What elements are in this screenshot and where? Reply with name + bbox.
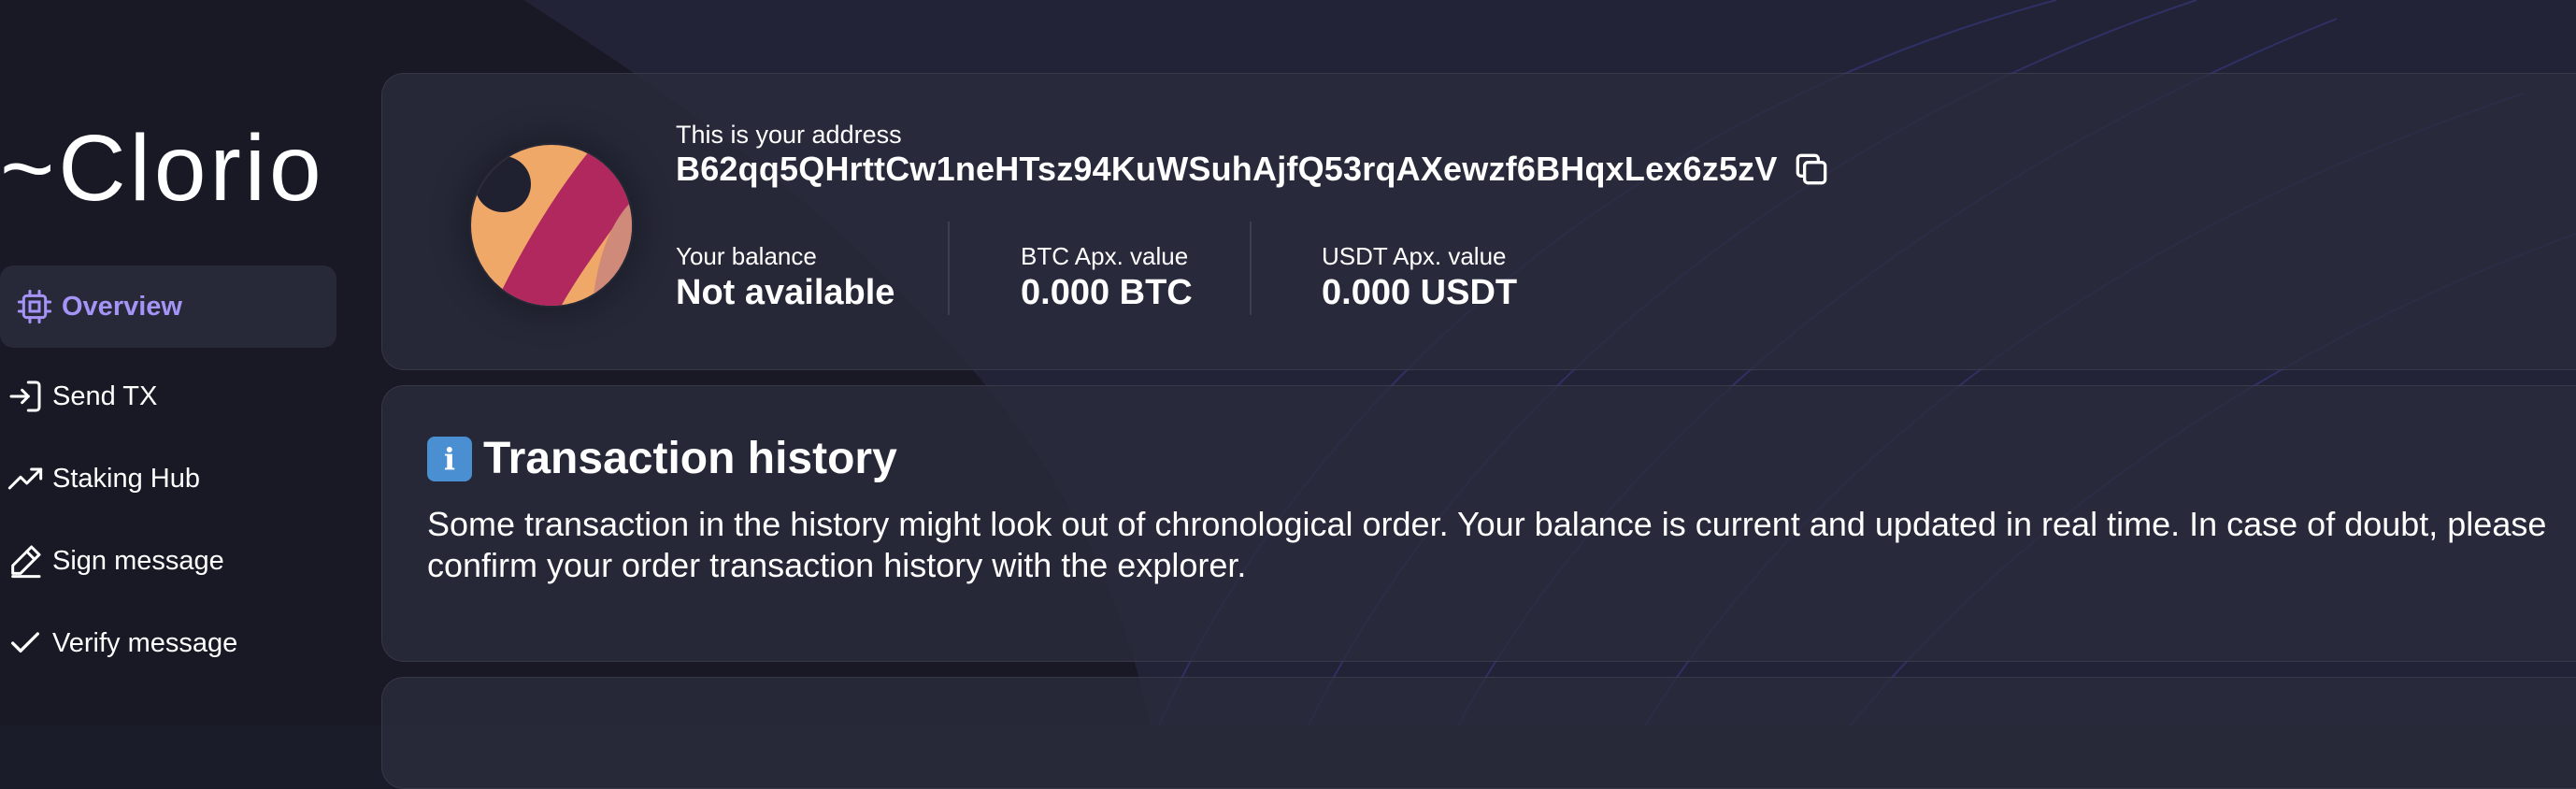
usdt-label: USDT Apx. value [1322, 242, 1507, 270]
transaction-history-notice: Some transaction in the history might lo… [427, 505, 2547, 584]
pen-icon [4, 539, 47, 582]
trending-up-icon [4, 457, 47, 500]
transaction-list-card [381, 677, 2576, 789]
btc-value: 0.000 BTC [1021, 273, 1193, 312]
wallet-address[interactable]: B62qq5QHrttCw1neHTsz94KuWSuhAjfQ53rqAXew… [676, 150, 1778, 189]
sidebar-item-label: Send TX [52, 380, 158, 411]
copy-icon[interactable] [1789, 147, 1834, 192]
sidebar-item-staking-hub[interactable]: Staking Hub [0, 438, 336, 520]
transaction-history-title: Transaction history [483, 434, 897, 483]
balance-value: Not available [676, 273, 895, 312]
address-row: B62qq5QHrttCw1neHTsz94KuWSuhAjfQ53rqAXew… [676, 147, 1834, 192]
wallet-card: This is your address B62qq5QHrttCw1neHTs… [381, 73, 2576, 370]
sidebar-item-label: Sign message [52, 545, 224, 576]
sidebar-item-label: Overview [62, 291, 182, 322]
info-icon: i [427, 436, 472, 481]
usdt-value: 0.000 USDT [1322, 273, 1518, 312]
divider [1250, 222, 1252, 315]
transaction-history-card: i Transaction history Some transaction i… [381, 385, 2576, 662]
chip-icon [13, 285, 56, 328]
sidebar-item-label: Verify message [52, 627, 238, 658]
sidebar: ~Clorio Overview Send TX Staking Hub Sig… [0, 0, 365, 725]
app-logo[interactable]: ~Clorio [0, 122, 325, 215]
sidebar-item-label: Staking Hub [52, 463, 200, 494]
sidebar-item-overview[interactable]: Overview [0, 265, 336, 348]
sign-in-icon [4, 375, 47, 418]
wallet-avatar [469, 143, 634, 308]
divider [948, 222, 950, 315]
check-icon [4, 622, 47, 665]
btc-label: BTC Apx. value [1021, 242, 1189, 270]
balance-label: Your balance [676, 242, 817, 270]
sidebar-item-verify-message[interactable]: Verify message [0, 602, 336, 684]
usdt-stat: USDT Apx. value 0.000 USDT [1322, 242, 1517, 313]
balance-stat: Your balance Not available [676, 242, 894, 313]
transaction-history-header: i Transaction history [427, 433, 897, 484]
sidebar-item-send-tx[interactable]: Send TX [0, 355, 336, 438]
sidebar-item-sign-message[interactable]: Sign message [0, 520, 336, 602]
btc-stat: BTC Apx. value 0.000 BTC [1021, 242, 1193, 313]
address-label: This is your address [676, 121, 902, 149]
